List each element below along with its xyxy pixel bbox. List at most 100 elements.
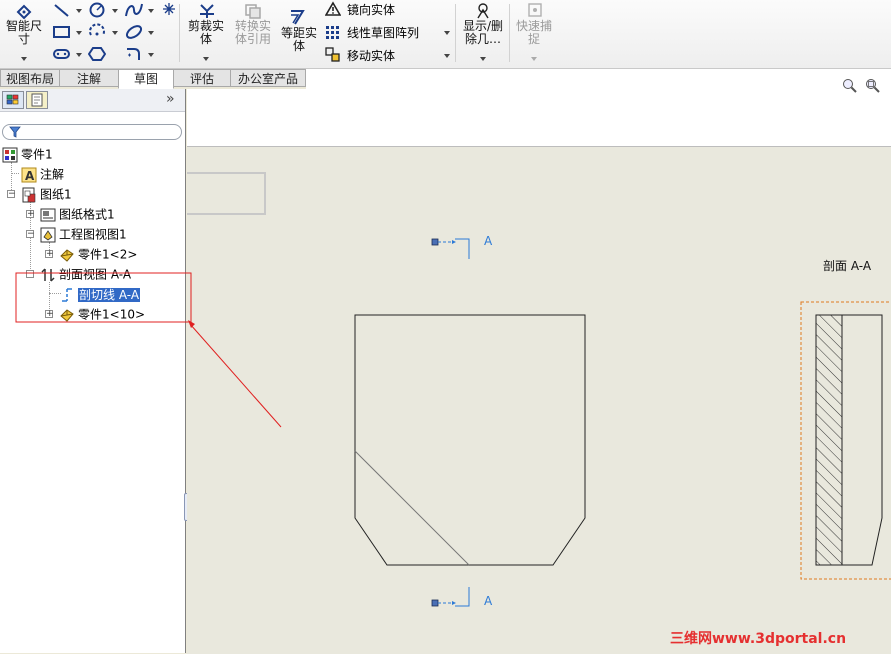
tree-connector — [11, 173, 19, 174]
tree-label: 零件1 — [21, 147, 53, 162]
tab-bar-filler — [306, 69, 891, 89]
part-icon — [59, 307, 75, 323]
tree-label: 工程图视图1 — [59, 227, 127, 242]
zoom-to-fit-icon[interactable] — [842, 78, 857, 93]
tree-label: 剖切线 A-A — [78, 287, 141, 302]
point-icon[interactable] — [162, 2, 176, 19]
annotations-icon: A — [21, 167, 37, 183]
tree-item-part-reference-1[interactable]: 零件1<2> — [59, 245, 137, 263]
tab-label: 注解 — [76, 72, 101, 86]
ellipse-dropdown-icon[interactable] — [148, 31, 154, 35]
part-edge-line[interactable] — [354, 450, 470, 566]
watermark: 三维网www.3dportal.cn — [670, 631, 847, 647]
slot-dropdown-icon[interactable] — [76, 53, 82, 57]
tab-view-layout[interactable]: 视图布局 — [0, 69, 60, 87]
trim-dropdown-icon[interactable] — [203, 57, 209, 61]
move-entities-icon[interactable] — [325, 47, 341, 66]
svg-text:A: A — [25, 169, 35, 183]
trim-entities-button[interactable]: 剪裁实 体 — [186, 20, 226, 46]
circle-icon[interactable] — [88, 1, 106, 22]
fillet-dropdown-icon[interactable] — [148, 53, 154, 57]
tab-evaluate[interactable]: 评估 — [173, 69, 231, 87]
property-manager-tab-icon[interactable] — [26, 91, 48, 109]
tree-item-drawing-view[interactable]: 工程图视图1 — [40, 225, 127, 243]
rectangle-icon[interactable] — [52, 24, 72, 43]
expand-panel-icon[interactable]: » — [166, 91, 175, 107]
ribbon-separator — [179, 4, 180, 62]
linear-pattern-button[interactable]: 线性草图阵列 — [347, 25, 419, 41]
drawing-sheet[interactable]: A A 剖面 A-A — [187, 146, 891, 654]
tree-label: 注解 — [40, 167, 65, 182]
linear-pattern-label: 线性草图阵列 — [347, 26, 420, 40]
arc-icon[interactable] — [88, 23, 106, 44]
tree-label: 零件1<10> — [78, 307, 146, 322]
tab-label: 视图布局 — [5, 72, 54, 86]
show-delete-label-2: 除几… — [464, 32, 501, 46]
move-dropdown-icon[interactable] — [444, 54, 450, 58]
feature-manager-tab-icon[interactable] — [2, 91, 24, 109]
ribbon-separator — [509, 4, 510, 62]
quick-snaps-button[interactable]: 快速捕 捉 — [513, 20, 555, 46]
mirror-entities-button[interactable]: 镜向实体 — [347, 2, 395, 18]
tree-label: 零件1<2> — [78, 247, 138, 262]
expand-icon[interactable]: + — [45, 250, 54, 259]
tab-sketch[interactable]: 草图 — [118, 69, 174, 89]
linear-pattern-dropdown-icon[interactable] — [444, 31, 450, 35]
expand-icon[interactable]: + — [45, 310, 54, 319]
collapse-icon[interactable]: − — [7, 190, 16, 199]
smart-dimension-dropdown-icon[interactable] — [21, 57, 27, 61]
tree-item-annotations[interactable]: A 注解 — [21, 165, 64, 183]
quick-snap-label-2: 捉 — [527, 32, 540, 46]
smart-dimension-button[interactable]: 智能尺 寸 — [2, 20, 46, 46]
part-icon — [59, 247, 75, 263]
display-delete-relations-dropdown-icon[interactable] — [480, 57, 486, 61]
filter-icon — [9, 126, 21, 138]
move-label: 移动实体 — [347, 49, 396, 63]
tab-annotation[interactable]: 注解 — [59, 69, 119, 87]
expand-icon[interactable]: + — [26, 210, 35, 219]
ellipse-icon[interactable] — [124, 23, 144, 44]
fillet-icon[interactable] — [124, 46, 144, 65]
circle-dropdown-icon[interactable] — [112, 9, 118, 13]
tree-label: 图纸格式1 — [59, 207, 115, 222]
tree-item-sheet[interactable]: 图纸1 — [21, 185, 72, 203]
tree-item-section-line[interactable]: 剖切线 A-A — [59, 285, 141, 303]
tree-item-section-view[interactable]: 剖面视图 A-A — [40, 265, 131, 283]
linear-pattern-icon[interactable] — [325, 25, 341, 44]
slot-icon[interactable] — [52, 47, 72, 64]
display-delete-relations-button[interactable]: 显示/删 除几… — [460, 20, 506, 46]
mirror-icon[interactable] — [324, 1, 342, 20]
spline-icon[interactable] — [124, 1, 144, 22]
arc-dropdown-icon[interactable] — [112, 31, 118, 35]
rectangle-dropdown-icon[interactable] — [76, 31, 82, 35]
collapse-icon[interactable]: − — [26, 230, 35, 239]
zoom-area-icon[interactable] — [865, 78, 880, 93]
tab-label: 草图 — [133, 72, 158, 86]
tree-item-part-reference-2[interactable]: 零件1<10> — [59, 305, 145, 323]
section-arrow-bottom[interactable] — [431, 587, 470, 607]
convert-entities-button[interactable]: 转换实 体引用 — [232, 20, 274, 46]
graphics-header-area — [187, 79, 891, 146]
quick-snaps-dropdown-icon[interactable] — [531, 57, 537, 61]
polygon-icon[interactable] — [87, 46, 107, 65]
tab-label: 办公室产品 — [237, 72, 298, 86]
offset-label-2: 体 — [292, 39, 305, 53]
tree-item-root-drawing[interactable]: 零件1 — [2, 145, 53, 163]
section-outline — [841, 314, 883, 566]
ribbon-separator — [455, 4, 456, 62]
section-arrow-top[interactable] — [431, 238, 470, 259]
line-dropdown-icon[interactable] — [76, 9, 82, 13]
part-outline[interactable] — [354, 314, 586, 566]
drawing-document-icon — [2, 147, 18, 163]
spline-dropdown-icon[interactable] — [148, 9, 154, 13]
move-entities-button[interactable]: 移动实体 — [347, 48, 395, 64]
tree-filter-input[interactable] — [2, 124, 182, 140]
drawing-canvas — [187, 172, 891, 607]
offset-entities-button[interactable]: 等距实 体 — [278, 27, 320, 53]
drawing-view-icon — [40, 227, 56, 243]
collapse-icon[interactable]: − — [26, 270, 35, 279]
tab-office-products[interactable]: 办公室产品 — [230, 69, 306, 87]
tree-item-sheet-format[interactable]: 图纸格式1 — [40, 205, 115, 223]
line-icon[interactable] — [52, 2, 72, 21]
trim-label-2: 体 — [199, 32, 212, 46]
